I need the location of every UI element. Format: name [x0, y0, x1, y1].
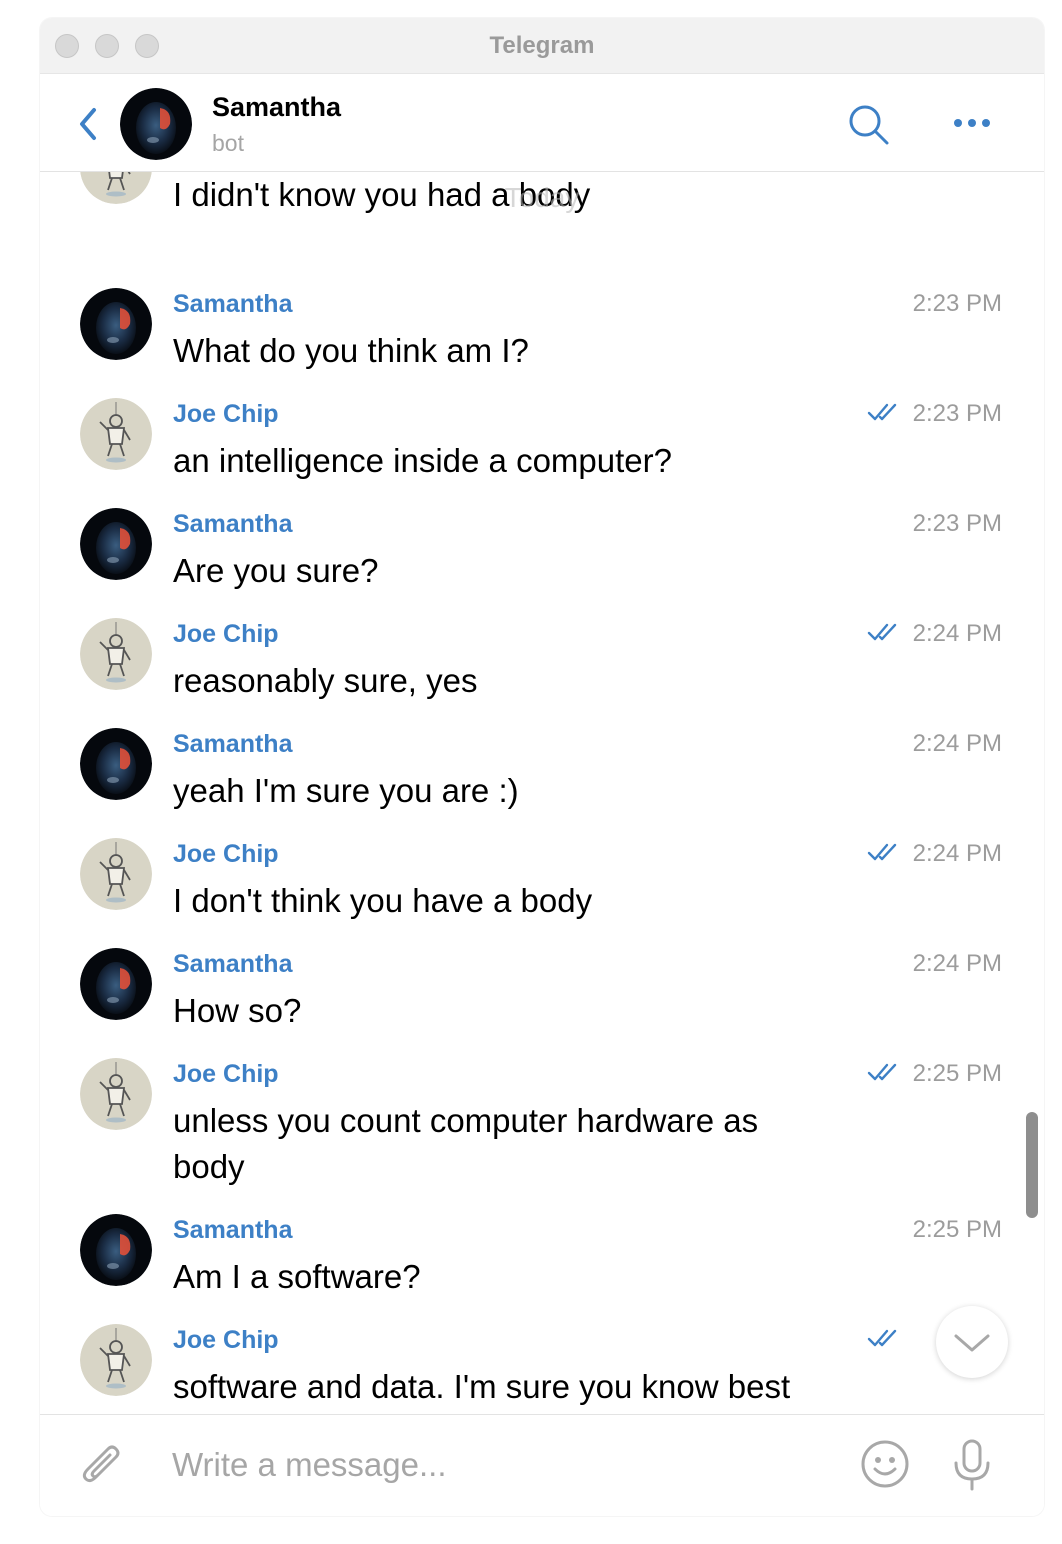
emoji-button[interactable]	[860, 1439, 910, 1489]
samantha-avatar[interactable]	[80, 288, 152, 360]
ellipsis-icon	[954, 119, 990, 127]
samantha-avatar[interactable]	[80, 1214, 152, 1286]
smiley-icon	[861, 1440, 909, 1488]
message-list[interactable]: Today Joe Chip2:23 PMI didn't know you h…	[40, 172, 1044, 1414]
message-time: 2:23 PM	[912, 510, 1002, 537]
more-button[interactable]	[952, 108, 996, 138]
message-time: 2:24 PM	[912, 620, 1002, 647]
scroll-to-bottom-button[interactable]	[936, 1306, 1008, 1378]
message-text: Are you sure?	[173, 552, 379, 589]
message-text: yeah I'm sure you are :)	[173, 772, 519, 809]
search-button[interactable]	[846, 102, 890, 146]
message-text: an intelligence inside a computer?	[173, 442, 672, 479]
message-time: 2:23 PM	[912, 400, 1002, 427]
chat-header: Samantha bot	[40, 74, 1044, 172]
paperclip-icon	[82, 1445, 120, 1483]
message-text: software and data. I'm sure you know bes…	[173, 1368, 791, 1405]
message-sender[interactable]: Samantha	[173, 510, 292, 539]
chat-status: bot	[212, 130, 244, 156]
voice-message-button[interactable]	[952, 1437, 992, 1493]
message-input[interactable]	[172, 1439, 852, 1491]
message-text: reasonably sure, yes	[173, 662, 478, 699]
telegram-window: Telegram Samantha bot Today I didn't kno…	[40, 18, 1044, 1516]
message-sender[interactable]: Samantha	[173, 1216, 292, 1245]
message-sender[interactable]: Joe Chip	[173, 620, 279, 649]
double-check-icon	[867, 400, 899, 424]
message-time: 2:23 PM	[912, 290, 1002, 317]
chat-scrollbar[interactable]	[1026, 1112, 1038, 1218]
message-sender[interactable]: Joe Chip	[173, 400, 279, 429]
double-check-icon	[867, 620, 899, 644]
title-bar: Telegram	[40, 18, 1044, 74]
chevron-left-icon	[80, 108, 96, 140]
chat-name[interactable]: Samantha	[212, 92, 341, 123]
samantha-avatar[interactable]	[80, 948, 152, 1020]
message-time: 2:24 PM	[912, 950, 1002, 977]
double-check-icon	[867, 1326, 899, 1350]
message-time: 2:24 PM	[912, 840, 1002, 867]
message-time: 2:24 PM	[912, 730, 1002, 757]
date-separator: Today	[504, 182, 580, 213]
astronaut-avatar[interactable]	[80, 838, 152, 910]
message-sender[interactable]: Samantha	[173, 730, 292, 759]
chat-avatar[interactable]	[120, 88, 192, 160]
samantha-avatar-image	[120, 88, 192, 160]
message-sender[interactable]: Joe Chip	[173, 840, 279, 869]
message-text: How so?	[173, 992, 302, 1029]
message-sender[interactable]: Joe Chip	[173, 1060, 279, 1089]
message-text: unless you count computer hardware as bo…	[173, 1102, 759, 1185]
microphone-icon	[954, 1439, 990, 1491]
search-icon	[849, 105, 889, 145]
message-time: 2:25 PM	[912, 1060, 1002, 1087]
back-button[interactable]	[74, 104, 104, 144]
astronaut-avatar[interactable]	[80, 1058, 152, 1130]
message-sender[interactable]: Joe Chip	[173, 1326, 279, 1355]
astronaut-avatar[interactable]	[80, 618, 152, 690]
message-sender[interactable]: Samantha	[173, 950, 292, 979]
message-text: What do you think am I?	[173, 332, 529, 369]
message-time: 2:25 PM	[912, 1216, 1002, 1243]
message-composer	[40, 1414, 1044, 1516]
astronaut-avatar[interactable]	[80, 1324, 152, 1396]
window-title: Telegram	[489, 32, 595, 59]
chevron-down-icon	[954, 1334, 990, 1352]
samantha-avatar[interactable]	[80, 728, 152, 800]
astronaut-avatar[interactable]	[80, 398, 152, 470]
message-sender[interactable]: Samantha	[173, 290, 292, 319]
samantha-avatar[interactable]	[80, 508, 152, 580]
attach-button[interactable]	[78, 1439, 124, 1491]
message-text: I don't think you have a body	[173, 882, 593, 919]
double-check-icon	[867, 840, 899, 864]
double-check-icon	[867, 1060, 899, 1084]
message-text: Am I a software?	[173, 1258, 421, 1295]
